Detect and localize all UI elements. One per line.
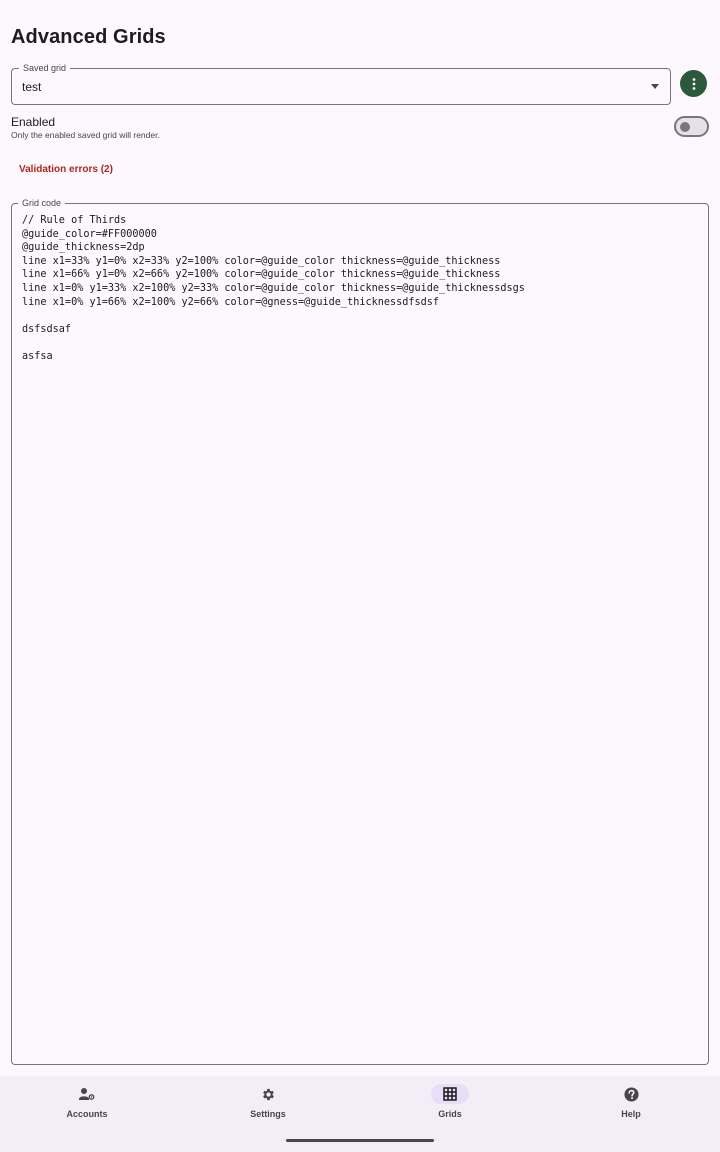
nav-label-grids: Grids — [438, 1109, 462, 1119]
help-icon — [612, 1084, 650, 1104]
validation-errors-button[interactable]: Validation errors (2) — [19, 164, 113, 175]
saved-grid-select[interactable]: Saved grid test — [11, 63, 671, 105]
status-bar — [0, 0, 720, 14]
enabled-toggle[interactable] — [674, 116, 709, 137]
gear-icon — [249, 1084, 287, 1104]
saved-grid-label: Saved grid — [19, 63, 71, 74]
page-title: Advanced Grids — [11, 26, 166, 48]
nav-item-help[interactable]: Help — [571, 1084, 691, 1128]
grid-icon — [431, 1084, 469, 1104]
nav-item-grids[interactable]: Grids — [390, 1084, 510, 1128]
more-options-button[interactable] — [680, 70, 707, 97]
dropdown-arrow-icon — [651, 84, 659, 89]
enabled-subtitle: Only the enabled saved grid will render. — [11, 130, 160, 140]
grid-code-text[interactable]: // Rule of Thirds @guide_color=#FF000000… — [22, 214, 698, 1054]
nav-item-settings[interactable]: Settings — [208, 1084, 328, 1128]
home-indicator — [286, 1139, 434, 1142]
grid-code-editor[interactable]: Grid code // Rule of Thirds @guide_color… — [11, 198, 709, 1065]
nav-item-accounts[interactable]: Accounts — [27, 1084, 147, 1128]
enabled-title: Enabled — [11, 115, 56, 129]
grid-code-label: Grid code — [18, 198, 66, 209]
nav-label-help: Help — [621, 1109, 641, 1119]
toggle-thumb — [680, 122, 690, 132]
saved-grid-value: test — [22, 80, 42, 94]
advanced-grids-screen: Advanced Grids Saved grid test Enabled O… — [0, 0, 720, 1152]
nav-label-accounts: Accounts — [66, 1109, 108, 1119]
accounts-icon — [68, 1084, 106, 1104]
more-vert-icon — [692, 77, 695, 90]
nav-label-settings: Settings — [250, 1109, 286, 1119]
